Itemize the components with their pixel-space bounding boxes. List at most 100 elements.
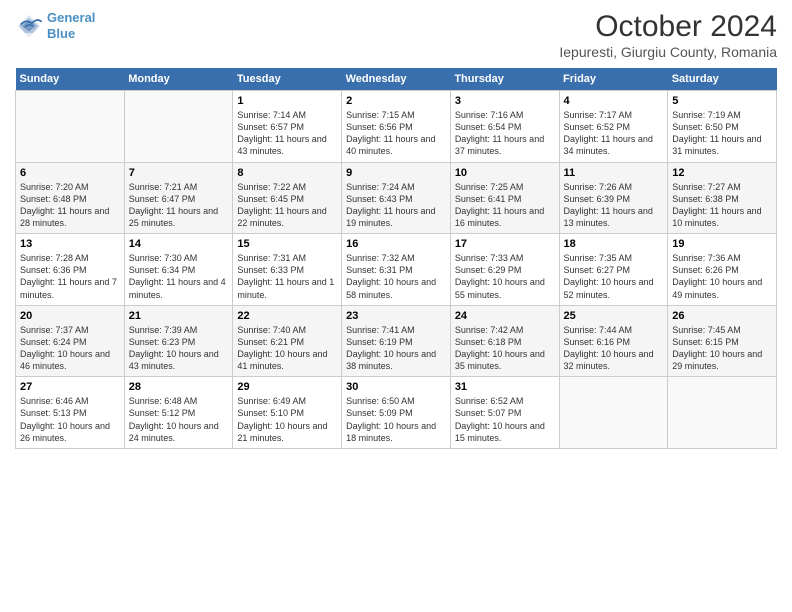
- day-number: 12: [672, 167, 772, 179]
- day-info: Sunrise: 7:40 AMSunset: 6:21 PMDaylight:…: [237, 324, 337, 373]
- calendar-cell: 31Sunrise: 6:52 AMSunset: 5:07 PMDayligh…: [450, 377, 559, 449]
- day-info: Sunrise: 7:21 AMSunset: 6:47 PMDaylight:…: [129, 181, 229, 230]
- header: General Blue October 2024 Iepuresti, Giu…: [15, 10, 777, 60]
- week-row-3: 13Sunrise: 7:28 AMSunset: 6:36 PMDayligh…: [16, 234, 777, 306]
- main-title: October 2024: [559, 10, 777, 44]
- calendar-cell: 3Sunrise: 7:16 AMSunset: 6:54 PMDaylight…: [450, 91, 559, 163]
- calendar-cell: 17Sunrise: 7:33 AMSunset: 6:29 PMDayligh…: [450, 234, 559, 306]
- day-number: 9: [346, 167, 446, 179]
- day-info: Sunrise: 6:46 AMSunset: 5:13 PMDaylight:…: [20, 395, 120, 444]
- day-number: 20: [20, 310, 120, 322]
- calendar-cell: 27 Sunrise: 6:46 AMSunset: 5:13 PMDayligh…: [16, 377, 125, 449]
- day-info: Sunrise: 7:30 AMSunset: 6:34 PMDaylight:…: [129, 252, 229, 301]
- day-info: Sunrise: 7:25 AMSunset: 6:41 PMDaylight:…: [455, 181, 555, 230]
- col-header-tuesday: Tuesday: [233, 68, 342, 91]
- day-number: 24: [455, 310, 555, 322]
- day-number: 27: [20, 381, 120, 393]
- day-info: Sunrise: 7:14 AMSunset: 6:57 PMDaylight:…: [237, 109, 337, 158]
- day-number: 13: [20, 238, 120, 250]
- day-info: Sunrise: 7:36 AMSunset: 6:26 PMDaylight:…: [672, 252, 772, 301]
- day-number: 25: [564, 310, 664, 322]
- calendar-cell: 13Sunrise: 7:28 AMSunset: 6:36 PMDayligh…: [16, 234, 125, 306]
- day-info: Sunrise: 7:42 AMSunset: 6:18 PMDaylight:…: [455, 324, 555, 373]
- calendar-cell: 25 Sunrise: 7:44 AMSunset: 6:16 PMDayligh…: [559, 305, 668, 377]
- day-info: Sunrise: 7:32 AMSunset: 6:31 PMDaylight:…: [346, 252, 446, 301]
- calendar-cell: 1 Sunrise: 7:14 AMSunset: 6:57 PMDaylight…: [233, 91, 342, 163]
- day-number: 2: [346, 95, 446, 107]
- day-number: 29: [237, 381, 337, 393]
- day-number: 6: [20, 167, 120, 179]
- day-number: 30: [346, 381, 446, 393]
- subtitle: Iepuresti, Giurgiu County, Romania: [559, 44, 777, 60]
- calendar-cell: 16 Sunrise: 7:32 AMSunset: 6:31 PMDayligh…: [342, 234, 451, 306]
- logo-icon: [15, 12, 43, 40]
- page: General Blue October 2024 Iepuresti, Giu…: [0, 0, 792, 612]
- calendar-cell: 12 Sunrise: 7:27 AMSunset: 6:38 PMDayligh…: [668, 162, 777, 234]
- day-number: 5: [672, 95, 772, 107]
- calendar-cell: 4Sunrise: 7:17 AMSunset: 6:52 PMDaylight…: [559, 91, 668, 163]
- day-number: 8: [237, 167, 337, 179]
- logo-line2: Blue: [47, 26, 75, 41]
- day-number: 14: [129, 238, 229, 250]
- calendar-cell: 22 Sunrise: 7:40 AMSunset: 6:21 PMDayligh…: [233, 305, 342, 377]
- calendar-cell: 5 Sunrise: 7:19 AMSunset: 6:50 PMDaylight…: [668, 91, 777, 163]
- day-number: 3: [455, 95, 555, 107]
- day-number: 21: [129, 310, 229, 322]
- week-row-4: 20 Sunrise: 7:37 AMSunset: 6:24 PMDayligh…: [16, 305, 777, 377]
- calendar-cell: [668, 377, 777, 449]
- day-number: 10: [455, 167, 555, 179]
- day-info: Sunrise: 6:48 AMSunset: 5:12 PMDaylight:…: [129, 395, 229, 444]
- day-number: 1: [237, 95, 337, 107]
- calendar-cell: [124, 91, 233, 163]
- calendar-cell: 7 Sunrise: 7:21 AMSunset: 6:47 PMDaylight…: [124, 162, 233, 234]
- day-number: 26: [672, 310, 772, 322]
- day-info: Sunrise: 7:44 AMSunset: 6:16 PMDaylight:…: [564, 324, 664, 373]
- calendar-cell: [559, 377, 668, 449]
- day-number: 4: [564, 95, 664, 107]
- calendar-cell: 10 Sunrise: 7:25 AMSunset: 6:41 PMDayligh…: [450, 162, 559, 234]
- day-number: 19: [672, 238, 772, 250]
- day-number: 15: [237, 238, 337, 250]
- day-number: 16: [346, 238, 446, 250]
- day-info: Sunrise: 7:22 AMSunset: 6:45 PMDaylight:…: [237, 181, 337, 230]
- calendar-cell: 18Sunrise: 7:35 AMSunset: 6:27 PMDayligh…: [559, 234, 668, 306]
- col-header-saturday: Saturday: [668, 68, 777, 91]
- day-number: 7: [129, 167, 229, 179]
- col-header-thursday: Thursday: [450, 68, 559, 91]
- day-info: Sunrise: 6:50 AMSunset: 5:09 PMDaylight:…: [346, 395, 446, 444]
- day-info: Sunrise: 7:26 AMSunset: 6:39 PMDaylight:…: [564, 181, 664, 230]
- day-number: 11: [564, 167, 664, 179]
- calendar-cell: 21 Sunrise: 7:39 AMSunset: 6:23 PMDayligh…: [124, 305, 233, 377]
- day-info: Sunrise: 7:31 AMSunset: 6:33 PMDaylight:…: [237, 252, 337, 301]
- day-number: 28: [129, 381, 229, 393]
- calendar-cell: 24 Sunrise: 7:42 AMSunset: 6:18 PMDayligh…: [450, 305, 559, 377]
- col-header-wednesday: Wednesday: [342, 68, 451, 91]
- calendar-cell: 11 Sunrise: 7:26 AMSunset: 6:39 PMDayligh…: [559, 162, 668, 234]
- week-row-1: 1 Sunrise: 7:14 AMSunset: 6:57 PMDaylight…: [16, 91, 777, 163]
- calendar-cell: 19 Sunrise: 7:36 AMSunset: 6:26 PMDayligh…: [668, 234, 777, 306]
- calendar-cell: 9 Sunrise: 7:24 AMSunset: 6:43 PMDaylight…: [342, 162, 451, 234]
- col-header-monday: Monday: [124, 68, 233, 91]
- day-info: Sunrise: 7:37 AMSunset: 6:24 PMDaylight:…: [20, 324, 120, 373]
- header-row: SundayMondayTuesdayWednesdayThursdayFrid…: [16, 68, 777, 91]
- day-info: Sunrise: 7:24 AMSunset: 6:43 PMDaylight:…: [346, 181, 446, 230]
- calendar-cell: 23Sunrise: 7:41 AMSunset: 6:19 PMDayligh…: [342, 305, 451, 377]
- day-info: Sunrise: 6:52 AMSunset: 5:07 PMDaylight:…: [455, 395, 555, 444]
- day-info: Sunrise: 7:45 AMSunset: 6:15 PMDaylight:…: [672, 324, 772, 373]
- calendar-cell: 2Sunrise: 7:15 AMSunset: 6:56 PMDaylight…: [342, 91, 451, 163]
- day-number: 23: [346, 310, 446, 322]
- calendar-cell: 14 Sunrise: 7:30 AMSunset: 6:34 PMDayligh…: [124, 234, 233, 306]
- calendar-cell: [16, 91, 125, 163]
- day-number: 22: [237, 310, 337, 322]
- calendar-cell: 29 Sunrise: 6:49 AMSunset: 5:10 PMDayligh…: [233, 377, 342, 449]
- day-info: Sunrise: 7:39 AMSunset: 6:23 PMDaylight:…: [129, 324, 229, 373]
- day-info: Sunrise: 6:49 AMSunset: 5:10 PMDaylight:…: [237, 395, 337, 444]
- calendar-cell: 20 Sunrise: 7:37 AMSunset: 6:24 PMDayligh…: [16, 305, 125, 377]
- day-number: 17: [455, 238, 555, 250]
- calendar-cell: 30 Sunrise: 6:50 AMSunset: 5:09 PMDayligh…: [342, 377, 451, 449]
- calendar-cell: 6Sunrise: 7:20 AMSunset: 6:48 PMDaylight…: [16, 162, 125, 234]
- col-header-friday: Friday: [559, 68, 668, 91]
- day-info: Sunrise: 7:19 AMSunset: 6:50 PMDaylight:…: [672, 109, 772, 158]
- day-info: Sunrise: 7:27 AMSunset: 6:38 PMDaylight:…: [672, 181, 772, 230]
- day-info: Sunrise: 7:35 AMSunset: 6:27 PMDaylight:…: [564, 252, 664, 301]
